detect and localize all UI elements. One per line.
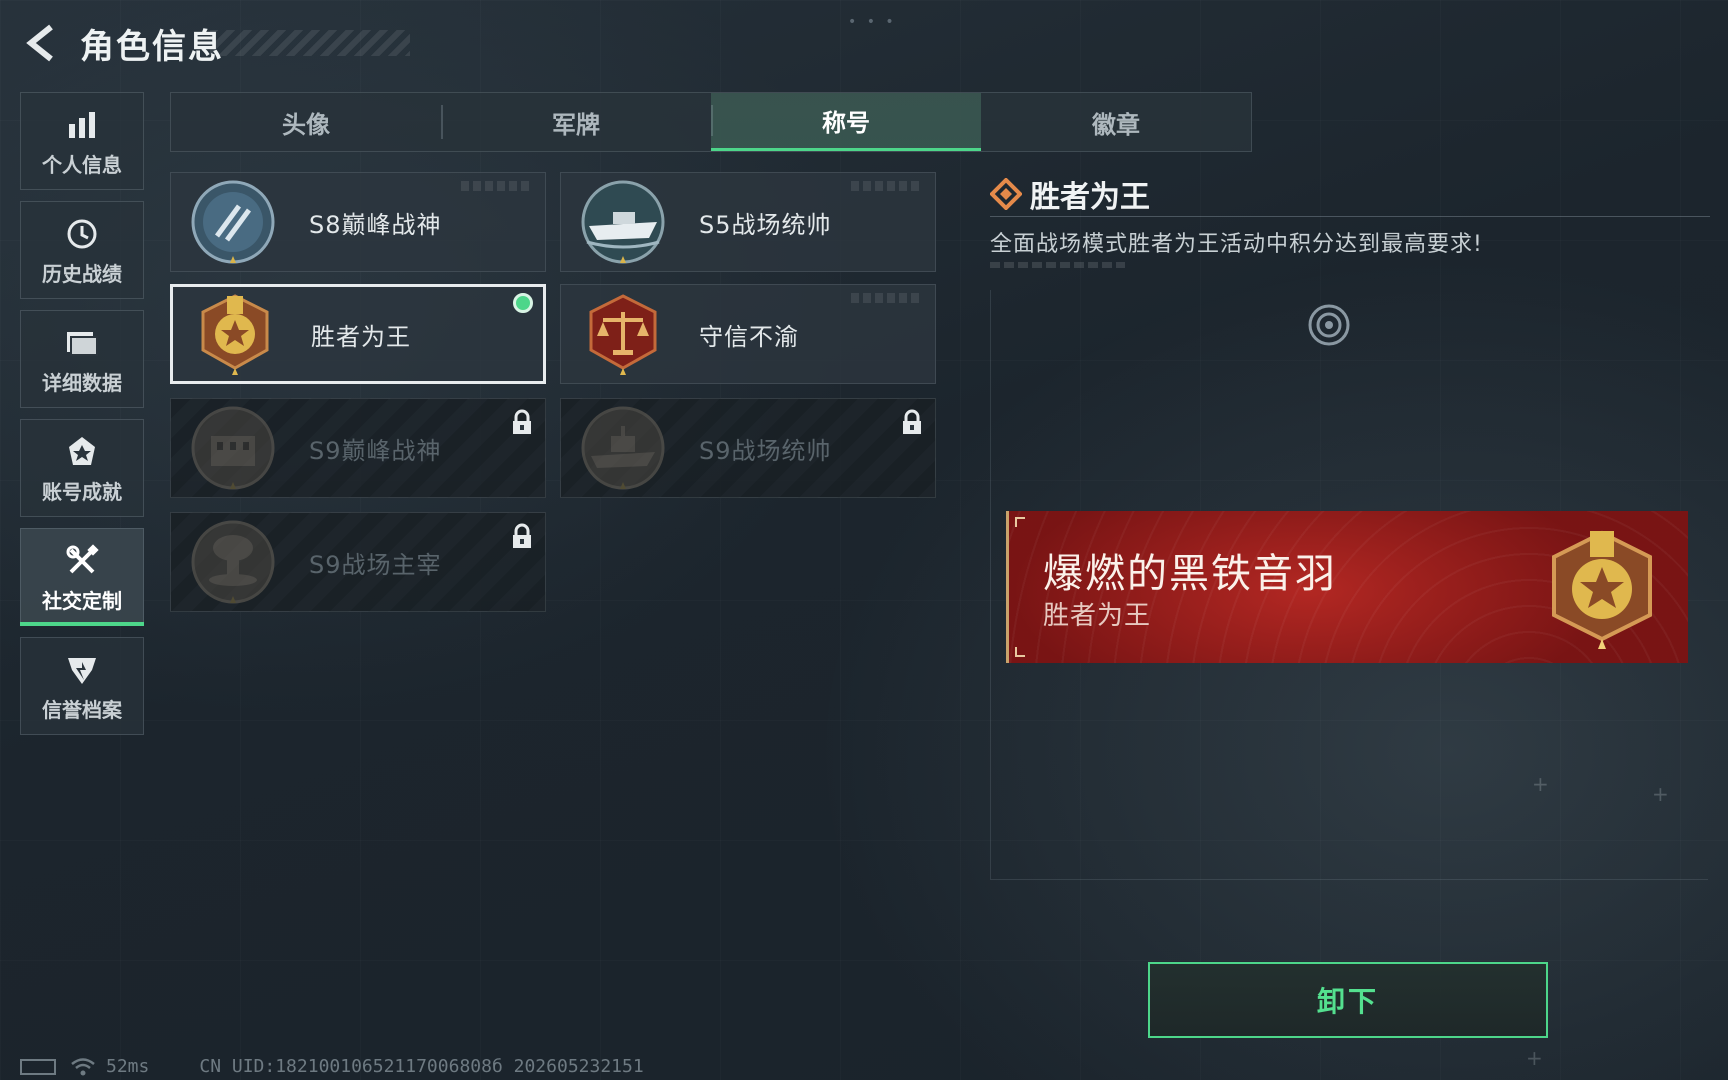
detail-title: 胜者为王 [1030,180,1150,215]
sidebar-item-social-customization[interactable]: 社交定制 [20,528,144,626]
hud-crosshair: + [1526,1046,1543,1070]
card-decoration [461,181,531,191]
category-tabs: 头像 军牌 称号 徽章 [170,92,1252,152]
title-card-s9-dominator[interactable]: S9战场主宰 [170,512,546,612]
title-card-s9-commander[interactable]: S9战场统帅 [560,398,936,498]
title-card-label: S5战场统帅 [699,210,832,239]
player-title: 胜者为王 [1043,601,1152,631]
hud-crosshair: + [1652,782,1669,806]
sidebar-item-personal-info[interactable]: 个人信息 [20,92,144,190]
back-button[interactable] [20,21,60,65]
gold-medal-icon [187,287,283,381]
fortress-emblem-icon [185,400,281,496]
shield-icon [66,650,98,690]
title-card-label: S9战场主宰 [309,550,442,579]
player-name: 爆燃的黑铁音羽 [1043,551,1337,597]
sidebar-item-label: 个人信息 [42,152,122,177]
tab-dog-tag[interactable]: 军牌 [441,93,711,151]
tab-title[interactable]: 称号 [711,93,981,151]
tab-badge[interactable]: 徽章 [981,93,1251,151]
sidebar: 个人信息 历史战绩 详细数据 账号成就 社交定制 信誉档案 [20,92,144,746]
sidebar-item-label: 信誉档案 [42,697,122,722]
sidebar-item-reputation[interactable]: 信誉档案 [20,637,144,735]
title-card-label: 守信不渝 [699,322,799,351]
sidebar-item-label: 历史战绩 [42,261,122,286]
title-card-label: S9战场统帅 [699,436,832,465]
medal-icon [67,432,97,472]
corner-mark [1015,517,1025,527]
mushroom-cloud-emblem-icon [185,514,281,610]
tab-avatar[interactable]: 头像 [171,93,441,151]
lock-icon [513,523,531,548]
user-uid: CN UID:18210010652117006808б 20260523215… [199,1056,644,1077]
lock-icon [903,409,921,434]
battery-icon [20,1058,56,1075]
card-decoration [851,293,921,303]
tools-icon [65,541,99,581]
blue-emblem-icon [185,174,281,270]
status-footer: 52ms CN UID:18210010652117006808б 202605… [20,1056,644,1077]
equipped-indicator [513,293,533,313]
card-decoration [851,181,921,191]
title-card-s9-peak-god[interactable]: S9巅峰战神 [170,398,546,498]
detail-description: 全面战场模式胜者为王活动中积分达到最高要求! [990,232,1483,257]
nameplate-preview: 爆燃的黑铁音羽 胜者为王 [1006,511,1688,663]
rotate-view-icon[interactable] [1306,302,1352,348]
title-card-winner-king[interactable]: 胜者为王 [170,284,546,384]
page-title: 角色信息 [80,26,224,67]
title-card-keep-faith[interactable]: 守信不渝 [560,284,936,384]
title-card-s5-commander[interactable]: S5战场统帅 [560,172,936,272]
wifi-icon [71,1057,95,1075]
clock-history-icon [66,214,98,254]
sidebar-item-label: 账号成就 [42,479,122,504]
back-arrow-icon [26,24,53,62]
title-card-s8-peak-god[interactable]: S8巅峰战神 [170,172,546,272]
diamond-icon [990,178,1022,210]
top-handle: • • • [848,14,897,30]
hud-crosshair: + [1532,772,1549,796]
boat-emblem-icon [575,174,671,270]
sidebar-item-detailed-data[interactable]: 详细数据 [20,310,144,408]
ping-value: 52ms [106,1056,150,1077]
title-card-label: S8巅峰战神 [309,210,442,239]
folder-icon [65,323,99,363]
detail-decoration [990,262,1125,268]
sidebar-item-achievements[interactable]: 账号成就 [20,419,144,517]
lock-icon [513,409,531,434]
title-card-label: 胜者为王 [311,322,411,351]
corner-mark [1015,647,1025,657]
page-header: 角色信息 [20,18,224,68]
detail-header: 胜者为王 [990,172,1150,216]
sidebar-item-history[interactable]: 历史战绩 [20,201,144,299]
detail-divider [990,216,1710,217]
unequip-button[interactable]: 卸下 [1148,962,1548,1038]
warship-emblem-icon [575,400,671,496]
gold-medal-icon [1552,530,1652,649]
title-card-label: S9巅峰战神 [309,436,442,465]
bar-chart-icon [67,105,97,145]
sidebar-item-label: 社交定制 [42,588,122,613]
header-decoration [210,30,410,56]
scales-emblem-icon [575,286,671,382]
sidebar-item-label: 详细数据 [42,370,122,395]
